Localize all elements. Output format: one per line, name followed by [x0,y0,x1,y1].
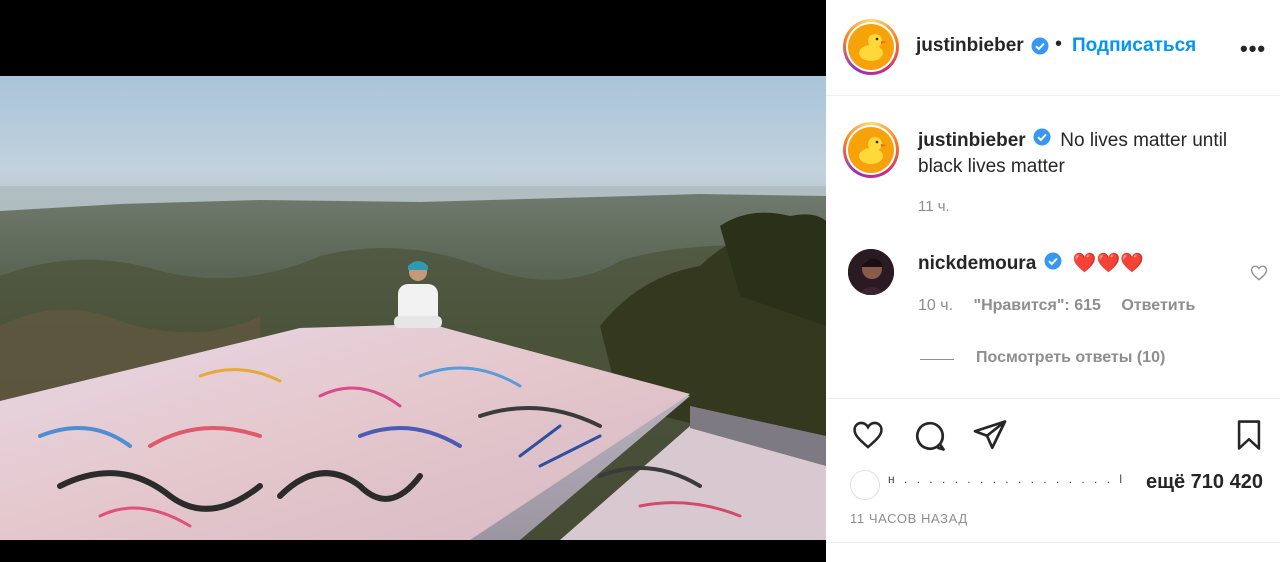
bookmark-icon[interactable] [1232,417,1266,458]
action-bar [826,398,1280,399]
author-username[interactable]: justinbieber [916,35,1024,57]
post-side-panel: justinbieber • Подписаться ••• justinbie… [826,0,1280,562]
commenter-avatar[interactable] [848,249,894,295]
separator-dot: • [1055,33,1063,55]
comment-username[interactable]: nickdemoura [918,253,1036,274]
photo-scene [0,76,826,540]
author-avatar[interactable] [843,19,899,75]
replies-divider [920,359,954,360]
post-timestamp[interactable]: 11 ЧАСОВ НАЗАД [850,511,968,526]
comment-timestamp[interactable]: 10 ч. [918,297,953,314]
post-header: justinbieber • Подписаться ••• [826,0,1280,96]
paper-plane-icon[interactable] [972,417,1008,458]
post-caption: justinbieber No lives matter until black… [918,128,1258,180]
small-heart-icon[interactable] [1250,264,1268,287]
verified-badge-icon [1044,252,1062,276]
caption-author-avatar[interactable] [843,122,899,178]
caption-timestamp[interactable]: 11 ч. [918,198,950,215]
rubber-duck-icon [848,127,894,173]
post-photo[interactable] [0,76,826,540]
comment-box-divider [826,542,1280,543]
comment-body: ❤️❤️❤️ [1072,253,1144,274]
follow-button[interactable]: Подписаться [1072,35,1196,57]
caption-username[interactable]: justinbieber [918,130,1026,151]
reply-button[interactable]: Ответить [1121,297,1195,314]
rubber-duck-icon [848,24,894,70]
comment-likes-count[interactable]: "Нравится": 615 [973,297,1100,314]
liker-avatar[interactable] [850,470,880,500]
comment-meta: 10 ч. "Нравится": 615 Ответить [918,297,1211,315]
post-media[interactable] [0,0,826,562]
likes-count-button[interactable]: ещё 710 420 [1146,471,1263,494]
likers-names[interactable]: н . . . . . . . . . . . . . . . . . l [888,472,1125,486]
heart-outline-icon[interactable] [850,418,886,457]
more-options-icon[interactable]: ••• [1240,36,1266,62]
comment: nickdemoura ❤️❤️❤️ [918,251,1144,276]
speech-bubble-icon[interactable] [912,418,948,459]
verified-badge-icon [1031,37,1049,60]
likes-summary: н . . . . . . . . . . . . . . . . . l ещ… [848,470,1268,500]
view-replies-button[interactable]: Посмотреть ответы (10) [976,349,1165,367]
verified-badge-icon [1033,128,1051,154]
